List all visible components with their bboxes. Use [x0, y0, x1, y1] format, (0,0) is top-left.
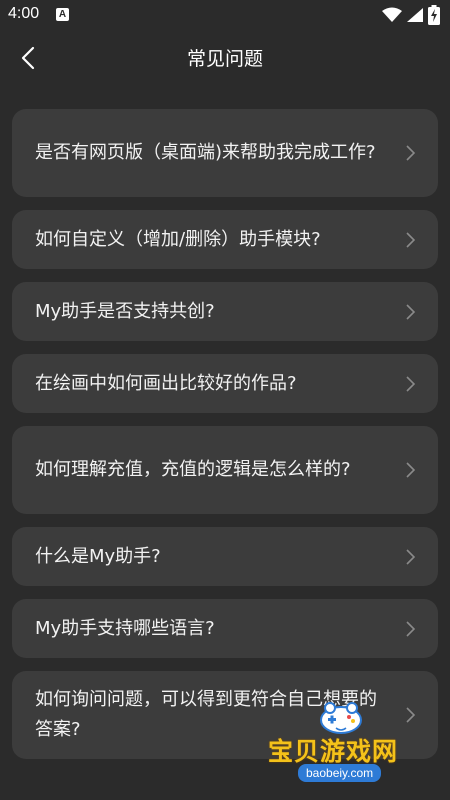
faq-item-what-is-my-assistant[interactable]: 什么是My助手?: [12, 527, 438, 586]
faq-item-languages[interactable]: My助手支持哪些语言?: [12, 599, 438, 658]
chevron-right-icon: [404, 462, 416, 478]
notification-app-icon: A: [56, 8, 69, 21]
chevron-right-icon: [404, 620, 416, 637]
faq-item-customize-modules[interactable]: 如何自定义（增加/删除）助手模块?: [12, 210, 438, 269]
watermark: 宝贝游戏网 baobeiy.com: [258, 700, 428, 790]
watermark-title: 宝贝游戏网: [268, 737, 399, 766]
battery-charging-icon: [428, 5, 440, 25]
page-title: 常见问题: [186, 48, 263, 70]
faq-item-label: 如何自定义（增加/删除）助手模块?: [35, 228, 321, 250]
status-bar: 4:00 A: [0, 0, 450, 32]
faq-item-label: 是否有网页版（桌面端)来帮助我完成工作?: [35, 142, 376, 163]
faq-item-label: My助手是否支持共创?: [35, 300, 215, 322]
faq-item-label: 如何理解充值，充值的逻辑是怎么样的?: [35, 459, 351, 480]
faq-item-label: My助手支持哪些语言?: [35, 617, 215, 639]
chevron-right-icon: [404, 303, 416, 320]
faq-item-label: 在绘画中如何画出比较好的作品?: [35, 372, 297, 394]
watermark-url: baobeiy.com: [298, 764, 382, 782]
wifi-icon: [382, 7, 402, 22]
faq-item-co-creation[interactable]: My助手是否支持共创?: [12, 282, 438, 341]
chevron-right-icon: [404, 231, 416, 248]
status-time: 4:00: [8, 5, 40, 22]
faq-item-drawing-tips[interactable]: 在绘画中如何画出比较好的作品?: [12, 354, 438, 413]
navigation-bar: 常见问题: [0, 32, 450, 84]
status-icons: [382, 4, 440, 26]
faq-item-label: 什么是My助手?: [35, 545, 161, 567]
chevron-right-icon: [404, 548, 416, 565]
faq-item-recharge-logic[interactable]: 如何理解充值，充值的逻辑是怎么样的?: [12, 426, 438, 514]
faq-list: 是否有网页版（桌面端)来帮助我完成工作? 如何自定义（增加/删除）助手模块? M…: [12, 109, 438, 772]
chevron-right-icon: [404, 145, 416, 161]
signal-icon: [407, 8, 423, 22]
chevron-right-icon: [404, 375, 416, 392]
faq-item-web-version[interactable]: 是否有网页版（桌面端)来帮助我完成工作?: [12, 109, 438, 197]
